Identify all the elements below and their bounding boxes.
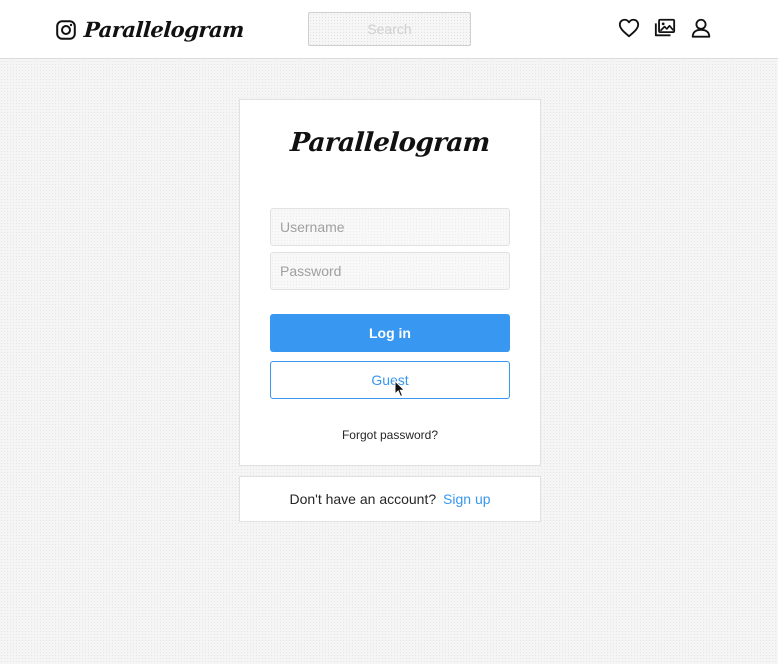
brand-name: Parallelogram	[83, 17, 245, 42]
forgot-password-link[interactable]: Forgot password?	[240, 428, 540, 442]
signup-link[interactable]: Sign up	[443, 491, 490, 507]
login-button[interactable]: Log in	[270, 314, 510, 352]
top-navbar: Parallelogram	[0, 0, 778, 59]
nav-icons	[604, 17, 712, 39]
heart-icon[interactable]	[618, 17, 640, 39]
instagram-icon	[56, 20, 76, 40]
signup-prompt: Don't have an account?	[289, 491, 437, 507]
search-input[interactable]	[308, 12, 471, 46]
guest-button[interactable]: Guest	[270, 361, 510, 399]
logo-text: Parallelogram	[289, 128, 491, 158]
brand[interactable]: Parallelogram	[56, 16, 245, 44]
password-input[interactable]	[270, 252, 510, 290]
gallery-icon[interactable]	[654, 17, 676, 39]
signup-card: Don't have an account? Sign up	[239, 476, 541, 522]
username-input[interactable]	[270, 208, 510, 246]
user-icon[interactable]	[690, 17, 712, 39]
login-card: Parallelogram Log in Guest Forgot passwo…	[239, 99, 541, 466]
